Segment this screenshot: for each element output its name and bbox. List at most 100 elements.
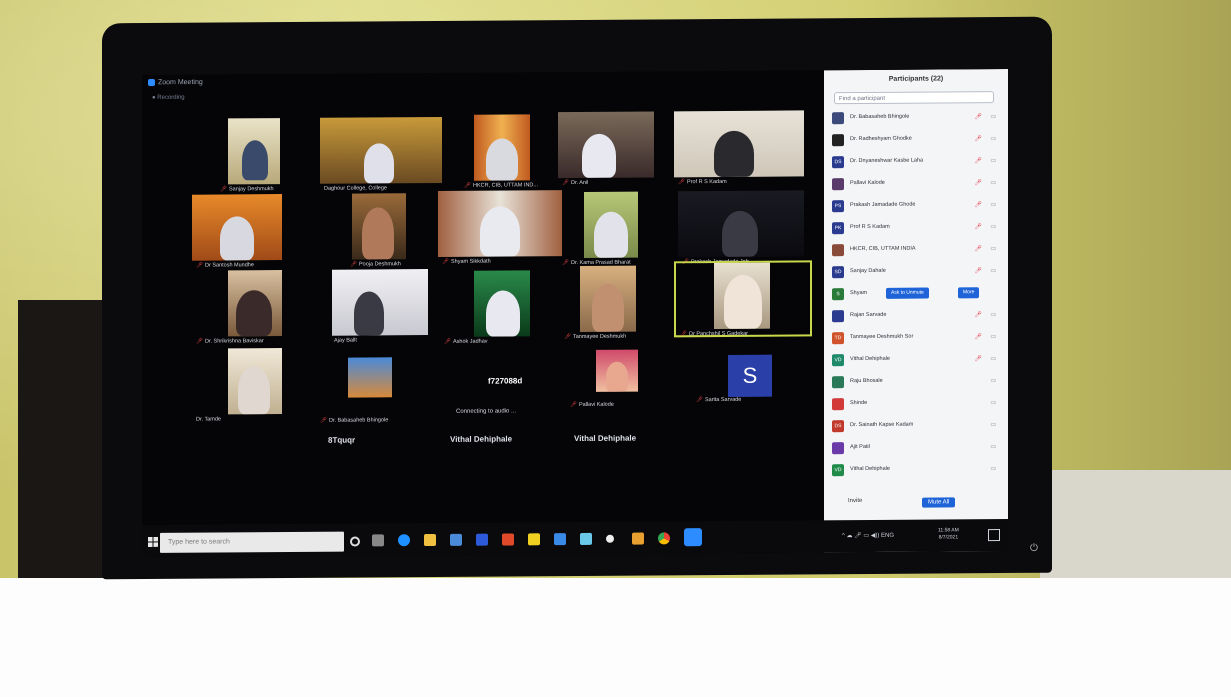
participant-row[interactable]: Rajan Sarvade 🎤︎ ▭ <box>832 307 1000 324</box>
participant-name-tile[interactable]: 8Tquqr <box>328 436 355 445</box>
file-explorer-icon[interactable] <box>424 533 436 547</box>
mic-muted-icon: 🎤︎ <box>974 136 982 143</box>
ask-to-unmute-button[interactable]: Ask to Unmute <box>886 287 929 299</box>
cortana-icon[interactable] <box>350 536 360 547</box>
task-view-icon[interactable] <box>372 534 384 547</box>
video-tile[interactable]: 🎤︎Prakash Jamadade Joh <box>678 190 804 265</box>
avatar <box>832 244 844 257</box>
avatar <box>832 398 844 411</box>
video-tile[interactable]: Ajay Ballt <box>316 269 438 344</box>
more-button[interactable]: More <box>958 287 980 299</box>
participant-name-tile[interactable]: Vithal Dehiphale <box>574 434 636 443</box>
participant-row[interactable]: VD Vithal Dehiphale 🎤︎ ▭ <box>832 351 1000 368</box>
video-tile[interactable]: 🎤︎ Sanjay Deshmukh <box>190 118 312 192</box>
chrome-icon[interactable] <box>658 532 670 545</box>
avatar <box>832 442 844 455</box>
mic-muted-icon: 🎤︎ <box>974 114 982 121</box>
participants-footer: Invite Mute All <box>824 497 1008 512</box>
video-tile[interactable]: 🎤︎ Prof R S Kadam <box>674 110 804 185</box>
video-tile[interactable]: 🎤︎ Dr. Kama Prasad Bharat <box>558 191 680 266</box>
participant-row[interactable]: Ajit Patil ▭ <box>832 439 1000 456</box>
video-tile[interactable]: Daghour College, College <box>320 116 442 192</box>
camera-icon: ▭ <box>990 312 996 319</box>
camera-icon: ▭ <box>990 158 996 165</box>
video-tile[interactable]: 🎤︎ Pallavi Kalode <box>566 347 688 420</box>
video-tile[interactable]: 🎤︎ Ashok Jadhav <box>440 270 562 345</box>
participant-row[interactable]: Dr. Radheshyam Ghodke 🎤︎ ▭ <box>832 131 1000 148</box>
mail-icon[interactable] <box>476 533 488 546</box>
monitor: Zoom Meeting ● Recording 🎤︎ Sanjay Deshmu… <box>102 16 1052 580</box>
participant-name-tile[interactable]: Vithal Dehiphale <box>450 434 512 443</box>
camera-icon: ▭ <box>990 378 996 385</box>
app-icon[interactable] <box>606 534 614 543</box>
mute-all-button[interactable]: Mute All <box>922 497 956 508</box>
camera-icon: ▭ <box>990 466 996 473</box>
window-title: Zoom Meeting <box>148 78 203 87</box>
taskbar-search-input[interactable]: Type here to search <box>160 531 344 553</box>
camera-icon: ▭ <box>990 114 996 121</box>
video-tile[interactable]: 🎤︎ Dr. Anil <box>558 111 680 186</box>
power-icon[interactable]: ⏻ <box>1030 543 1038 554</box>
participant-row[interactable]: SD Sanjay Dahale 🎤︎ ▭ <box>832 263 1000 280</box>
participant-row[interactable]: Raju Bhosale ▭ <box>832 373 1000 390</box>
video-tile[interactable]: 🎤︎ Dr. Shrikrishna Baviskar <box>192 270 314 345</box>
video-tile[interactable]: 🎤︎ HKCR, CIB, UTTAM IND... <box>440 114 562 189</box>
invite-button[interactable]: Invite <box>848 498 862 504</box>
video-tile[interactable]: S 🎤︎ Sarita Sarvade <box>688 344 810 417</box>
video-tile[interactable]: 🎤︎ Tanmayee Deshmukh <box>560 265 682 340</box>
participant-row[interactable]: PS Prakash Jamadade Ghode 🎤︎ ▭ <box>832 197 1000 214</box>
video-tile[interactable]: 🎤︎ Pooja Deshmukh <box>322 193 444 268</box>
app-icon[interactable] <box>528 533 540 546</box>
mic-muted-icon: 🎤︎ <box>974 224 982 231</box>
participant-row[interactable]: Pallavi Kalode 🎤︎ ▭ <box>832 175 1000 192</box>
avatar: S <box>832 288 844 301</box>
video-tile-connecting[interactable]: f727088d Connecting to audio ... <box>442 348 564 421</box>
app-icon[interactable] <box>554 533 566 546</box>
participant-row[interactable]: HKCR, CIB, UTTAM INDIA 🎤︎ ▭ <box>832 241 1000 258</box>
camera-icon: ▭ <box>990 246 996 253</box>
app-icon[interactable] <box>632 532 644 545</box>
mic-muted-icon: 🎤︎ <box>974 312 982 319</box>
participants-panel: Participants (22) Find a participant Dr.… <box>824 68 1008 553</box>
participant-row[interactable]: TD Tanmayee Deshmukh Sor 🎤︎ ▭ <box>832 329 1000 346</box>
video-tile[interactable]: Dr. Tamde <box>192 348 314 423</box>
notification-icon[interactable] <box>988 529 1000 542</box>
participant-row[interactable]: VD Vithal Dehiphale ▭ <box>832 461 1000 478</box>
screen: Zoom Meeting ● Recording 🎤︎ Sanjay Deshmu… <box>142 68 1008 558</box>
participant-row-hovered[interactable]: S Shyam Ask to Unmute More <box>832 285 1000 302</box>
participant-row[interactable]: DS Dr. Sainath Kapse Kadam ▭ <box>832 417 1000 434</box>
gallery-view: 🎤︎ Sanjay Deshmukh Daghour College, Colle… <box>182 104 822 498</box>
participant-row[interactable]: Shinde ▭ <box>832 395 1000 412</box>
participant-row[interactable]: Dr. Babasaheb Bhingole 🎤︎ ▭ <box>832 109 1000 126</box>
video-tile[interactable]: 🎤︎ Shyam Sikkdath <box>438 190 562 265</box>
office-icon[interactable] <box>502 533 514 546</box>
video-tile[interactable]: 🎤︎ Dr. Babasaheb Bhingole <box>316 349 438 424</box>
system-tray[interactable]: ^ ☁ 🎤︎ ▭ ◀)) ENG <box>842 532 894 539</box>
video-tile-active-speaker[interactable]: 🎤︎ Dr Panchshil S Gadekar <box>674 260 812 338</box>
app-icon[interactable] <box>580 532 592 545</box>
connecting-label: Connecting to audio ... <box>456 408 517 415</box>
mic-muted-icon: 🎤︎ <box>974 356 982 363</box>
camera-icon: ▭ <box>990 180 996 187</box>
edge-icon[interactable] <box>398 534 410 547</box>
bottom-margin <box>0 578 1231 697</box>
avatar <box>832 178 844 191</box>
camera-icon: ▭ <box>990 202 996 209</box>
camera-icon: ▭ <box>990 400 996 407</box>
mic-muted-icon: 🎤︎ <box>974 268 982 275</box>
video-tile[interactable]: 🎤︎ Dr Santosh Mundhe <box>192 194 314 269</box>
participant-row[interactable]: PK Prof R S Kadam 🎤︎ ▭ <box>832 219 1000 236</box>
zoom-taskbar-icon[interactable] <box>684 528 702 547</box>
store-icon[interactable] <box>450 533 462 546</box>
windows-start-icon[interactable] <box>148 536 158 547</box>
taskbar-clock[interactable]: 11:58 AM 8/7/2021 <box>938 527 959 541</box>
camera-icon: ▭ <box>990 268 996 275</box>
participant-search-input[interactable]: Find a participant <box>834 91 994 105</box>
participant-row[interactable]: DS Dr. Dnyaneshwar Kasbe Laha 🎤︎ ▭ <box>832 153 1000 170</box>
avatar: DS <box>832 420 844 433</box>
camera-icon: ▭ <box>990 422 996 429</box>
avatar: PS <box>832 200 844 213</box>
windows-taskbar: Type here to search ^ ☁ 🎤︎ ▭ ◀)) ENG 11:… <box>142 518 1008 558</box>
avatar <box>832 376 844 389</box>
avatar: DS <box>832 156 844 169</box>
